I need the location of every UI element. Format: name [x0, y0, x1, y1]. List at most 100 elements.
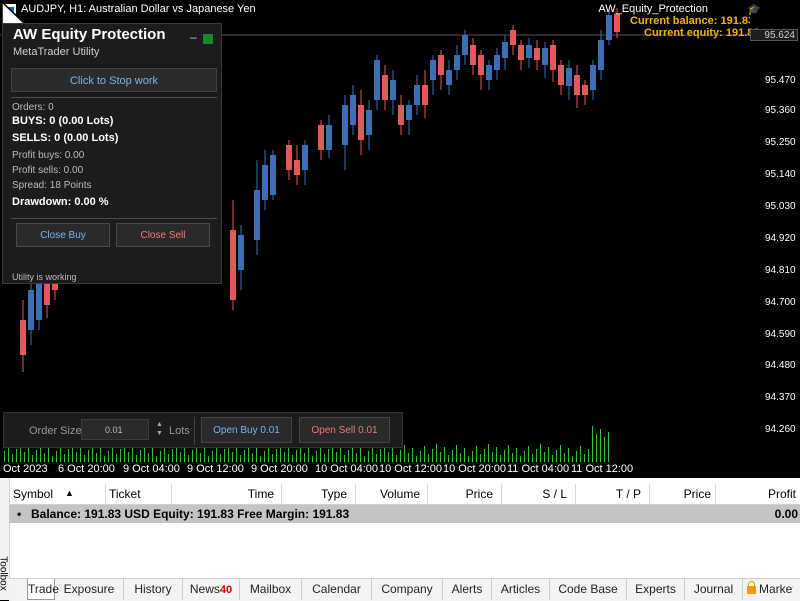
tab-code-base[interactable]: Code Base	[550, 579, 627, 600]
candle	[358, 90, 364, 155]
volume-bar	[244, 450, 245, 462]
candle	[366, 100, 372, 150]
volume-bar	[76, 452, 77, 462]
volume-bar	[488, 444, 489, 462]
open-sell-button[interactable]: Open Sell 0.01	[299, 417, 390, 443]
volume-bar	[136, 455, 137, 462]
candle	[478, 50, 484, 90]
column-header[interactable]: Volume	[380, 487, 420, 501]
chart-title-text: AUDJPY, H1: Australian Dollar vs Japanes…	[21, 3, 256, 15]
volume-bar	[396, 455, 397, 462]
volume-bar	[12, 454, 13, 462]
column-header[interactable]: T / P	[616, 487, 641, 501]
volume-bar	[152, 448, 153, 462]
volume-bar	[220, 454, 221, 462]
volume-bar	[180, 452, 181, 462]
volume-bar	[432, 449, 433, 462]
toolbox-label: Toolbox	[0, 556, 9, 591]
time-axis-label: 9 Oct 20:00	[251, 463, 308, 475]
column-divider[interactable]	[427, 484, 428, 504]
tab-company[interactable]: Company	[372, 579, 443, 600]
tab-market[interactable]: Market	[743, 579, 793, 600]
order-size-input[interactable]: 0.01	[81, 419, 149, 440]
candle	[566, 60, 572, 100]
column-header[interactable]: S / L	[542, 487, 567, 501]
tab-articles[interactable]: Articles	[492, 579, 550, 600]
column-header[interactable]: Price	[684, 487, 711, 501]
stepper-icon[interactable]: ▲ ▼	[156, 420, 163, 438]
volume-bar	[348, 450, 349, 462]
candle	[326, 115, 332, 158]
volume-bar	[324, 454, 325, 462]
tab-exposure[interactable]: Exposure	[55, 579, 124, 600]
column-divider[interactable]	[105, 484, 106, 504]
volume-bar	[436, 444, 437, 462]
candle	[606, 10, 612, 45]
time-axis-label: 10 Oct 20:00	[443, 463, 506, 475]
candle	[230, 200, 236, 310]
tab-journal[interactable]: Journal	[685, 579, 743, 600]
volume-bar	[128, 452, 129, 462]
volume-bar	[452, 450, 453, 462]
utility-status: Utility is working	[12, 272, 77, 282]
volume-bar	[356, 453, 357, 462]
column-divider[interactable]	[501, 484, 502, 504]
volume-bar	[392, 447, 393, 462]
candle	[558, 60, 564, 95]
volume-bar	[472, 451, 473, 462]
volume-bar	[336, 452, 337, 462]
candle	[494, 48, 500, 80]
volume-bar	[484, 449, 485, 462]
minimize-icon[interactable]: –	[190, 30, 197, 44]
tab-mailbox[interactable]: Mailbox	[240, 579, 302, 600]
volume-bar	[296, 450, 297, 462]
close-buy-button[interactable]: Close Buy	[16, 223, 110, 247]
column-header[interactable]: Symbol	[13, 487, 53, 501]
balance-row[interactable]: • Balance: 191.83 USD Equity: 191.83 Fre…	[9, 505, 800, 523]
column-divider[interactable]	[649, 484, 650, 504]
tab-experts[interactable]: Experts	[627, 579, 685, 600]
tab-history[interactable]: History	[124, 579, 183, 600]
close-sell-button[interactable]: Close Sell	[116, 223, 210, 247]
volume-bar	[212, 451, 213, 462]
column-header[interactable]: Time	[248, 487, 274, 501]
candle	[542, 42, 548, 78]
column-header[interactable]: Type	[321, 487, 347, 501]
volume-bar	[24, 452, 25, 462]
volume-bar	[84, 455, 85, 462]
divider	[194, 417, 195, 445]
volume-bar	[288, 447, 289, 462]
volume-bar	[108, 451, 109, 462]
column-divider[interactable]	[171, 484, 172, 504]
stop-work-button[interactable]: Click to Stop work	[11, 68, 217, 92]
volume-bar	[512, 453, 513, 462]
column-divider[interactable]	[715, 484, 716, 504]
trade-table-header: Symbol Ticket Time Type Volume Price S / L T / …	[9, 484, 800, 505]
tab-trade[interactable]: Trade	[27, 579, 59, 600]
column-divider[interactable]	[281, 484, 282, 504]
price-axis-label: 94.260	[765, 424, 796, 435]
status-square-icon[interactable]	[203, 34, 213, 44]
volume-bar	[276, 449, 277, 462]
tab-calendar[interactable]: Calendar	[302, 579, 372, 600]
volume-bar	[532, 454, 533, 462]
column-divider[interactable]	[355, 484, 356, 504]
volume-bar	[8, 446, 9, 462]
volume-bar	[360, 448, 361, 462]
open-buy-button[interactable]: Open Buy 0.01	[201, 417, 292, 443]
volume-bar	[608, 432, 609, 462]
volume-bar	[400, 450, 401, 462]
sort-ascending-icon[interactable]: ▲	[65, 488, 74, 498]
candle	[454, 45, 460, 80]
volume-bar	[556, 450, 557, 462]
tab-alerts[interactable]: Alerts	[443, 579, 492, 600]
tab-news[interactable]: News40	[183, 579, 240, 600]
column-header[interactable]: Ticket	[109, 487, 141, 501]
time-axis-label: 6 Oct 20:00	[58, 463, 115, 475]
column-divider[interactable]	[575, 484, 576, 504]
column-header[interactable]: Profit	[768, 487, 796, 501]
price-axis-label: 94.370	[765, 392, 796, 403]
time-axis-label: Oct 2023	[3, 463, 48, 475]
column-header[interactable]: Price	[466, 487, 493, 501]
volume-bar	[80, 447, 81, 462]
